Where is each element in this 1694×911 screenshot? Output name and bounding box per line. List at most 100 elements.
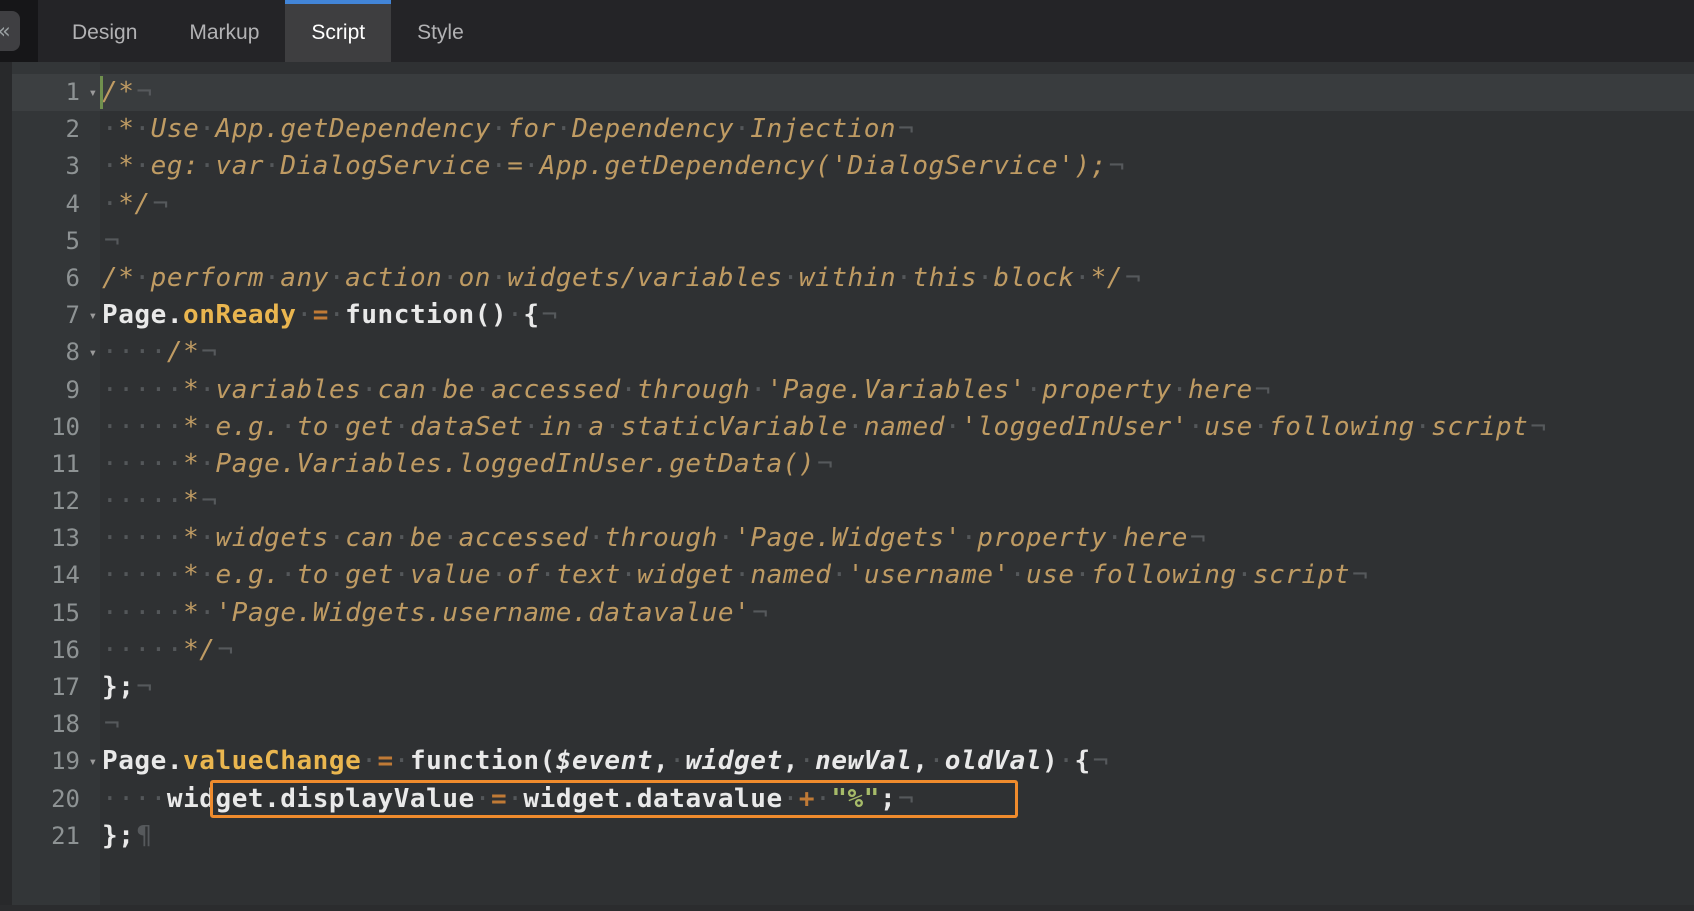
tab-markup[interactable]: Markup: [163, 0, 285, 62]
space-dot: ·: [151, 523, 167, 553]
code-line[interactable]: ·····*·e.g.·to·get·dataSet·in·a·staticVa…: [100, 409, 1694, 446]
space-dot: ·: [118, 337, 134, 367]
code-line[interactable]: ·····*·variables·can·be·accessed·through…: [100, 372, 1694, 409]
fold-arrow-icon[interactable]: ▾: [89, 744, 97, 781]
line-number: 17: [51, 673, 80, 701]
space-dot: ·: [329, 412, 345, 442]
space-dot: ·: [118, 449, 134, 479]
line-number: 1: [66, 78, 80, 106]
eol-marker: ¬: [815, 449, 833, 479]
line-number-gutter: 6: [0, 260, 100, 297]
space-dot: ·: [134, 523, 150, 553]
line-number-gutter[interactable]: 8▾: [0, 334, 100, 371]
code-row-1: 1▾/*¬: [0, 74, 1694, 111]
line-number-gutter: 15: [0, 595, 100, 632]
space-dot: ·: [102, 114, 118, 144]
fold-arrow-icon[interactable]: ▾: [89, 75, 97, 112]
line-number: 16: [51, 636, 80, 664]
editor-bottom-strip: [0, 905, 1694, 911]
space-dot: ·: [134, 635, 150, 665]
tab-style[interactable]: Style: [391, 0, 490, 62]
code-line[interactable]: ·····*·widgets·can·be·accessed·through·'…: [100, 520, 1694, 557]
code-row-18: 18 ¬: [0, 706, 1694, 743]
line-number: 20: [51, 785, 80, 813]
space-dot: ·: [199, 151, 215, 181]
space-dot: ·: [1107, 523, 1123, 553]
script-editor-window: « DesignMarkupScriptStyle 1▾/*¬2·*·Use·A…: [0, 0, 1694, 911]
space-dot: ·: [118, 635, 134, 665]
code-line[interactable]: /*·perform·any·action·on·widgets/variabl…: [100, 260, 1694, 297]
fold-arrow-icon[interactable]: ▾: [89, 335, 97, 372]
space-dot: ·: [151, 784, 167, 814]
code-editor[interactable]: 1▾/*¬2·*·Use·App.getDependency·for·Depen…: [0, 62, 1694, 911]
line-number-gutter: 3: [0, 148, 100, 185]
code-line[interactable]: ·····*¬: [100, 483, 1694, 520]
space-dot: ·: [1058, 746, 1074, 776]
space-dot: ·: [102, 189, 118, 219]
line-number-gutter: 12: [0, 483, 100, 520]
line-number-gutter: 10: [0, 409, 100, 446]
eol-marker: ¬: [134, 672, 152, 702]
space-dot: ·: [167, 560, 183, 590]
space-dot: ·: [329, 560, 345, 590]
eol-marker: ¶: [134, 821, 152, 851]
code-line[interactable]: Page.onReady·=·function()·{¬: [100, 297, 1694, 334]
space-dot: ·: [102, 375, 118, 405]
code-line[interactable]: ·*/¬: [100, 186, 1694, 223]
code-row-15: 15·····*·'Page.Widgets.username.datavalu…: [0, 595, 1694, 632]
code-line[interactable]: };¶: [100, 818, 1694, 855]
code-row-8: 8▾····/*¬: [0, 334, 1694, 371]
space-dot: ·: [264, 263, 280, 293]
space-dot: ·: [167, 486, 183, 516]
space-dot: ·: [507, 300, 523, 330]
code-line[interactable]: ·····*/¬: [100, 632, 1694, 669]
space-dot: ·: [523, 151, 539, 181]
space-dot: ·: [102, 560, 118, 590]
space-dot: ·: [102, 449, 118, 479]
line-number: 13: [51, 524, 80, 552]
space-dot: ·: [491, 263, 507, 293]
code-line[interactable]: };¬: [100, 669, 1694, 706]
eol-marker: ¬: [540, 300, 558, 330]
code-line[interactable]: [100, 855, 1694, 911]
line-number-gutter: 13: [0, 520, 100, 557]
line-number-gutter[interactable]: 19▾: [0, 743, 100, 780]
code-line[interactable]: Page.valueChange·=·function($event,·widg…: [100, 743, 1694, 780]
code-row-2: 2·*·Use·App.getDependency·for·Dependency…: [0, 111, 1694, 148]
tab-script[interactable]: Script: [285, 0, 391, 62]
eol-marker: ¬: [199, 337, 217, 367]
space-dot: ·: [134, 560, 150, 590]
space-dot: ·: [540, 560, 556, 590]
code-line[interactable]: ·····*·e.g.·to·get·value·of·text·widget·…: [100, 557, 1694, 594]
space-dot: ·: [1075, 560, 1091, 590]
code-line[interactable]: ····/*¬: [100, 334, 1694, 371]
code-row-6: 6 /*·perform·any·action·on·widgets/variab…: [0, 260, 1694, 297]
space-dot: ·: [102, 337, 118, 367]
code-line[interactable]: ·*·eg:·var·DialogService·=·App.getDepend…: [100, 148, 1694, 185]
space-dot: ·: [977, 263, 993, 293]
tab-design[interactable]: Design: [46, 0, 163, 62]
code-line[interactable]: /*¬: [100, 74, 1694, 111]
collapse-panel-button[interactable]: «: [0, 11, 20, 51]
eol-marker: ¬: [1107, 151, 1125, 181]
space-dot: ·: [1010, 560, 1026, 590]
code-line[interactable]: ·····*·Page.Variables.loggedInUser.getDa…: [100, 446, 1694, 483]
code-line[interactable]: ¬: [100, 706, 1694, 743]
code-line[interactable]: ·····*·'Page.Widgets.username.datavalue'…: [100, 595, 1694, 632]
fold-arrow-icon[interactable]: ▾: [89, 298, 97, 335]
eol-marker: ¬: [151, 189, 169, 219]
space-dot: ·: [361, 375, 377, 405]
code-line[interactable]: ¬: [100, 223, 1694, 260]
line-number: 8: [66, 338, 80, 366]
code-line[interactable]: ····widget.displayValue·=·widget.dataval…: [100, 781, 1694, 818]
space-dot: ·: [929, 746, 945, 776]
code-line[interactable]: ·*·Use·App.getDependency·for·Dependency·…: [100, 111, 1694, 148]
code-line[interactable]: [100, 62, 1694, 74]
line-number-gutter[interactable]: 1▾: [0, 74, 100, 111]
line-number: 6: [66, 264, 80, 292]
line-number: 18: [51, 710, 80, 738]
line-number-gutter: 9: [0, 372, 100, 409]
line-number-gutter[interactable]: 7▾: [0, 297, 100, 334]
space-dot: ·: [151, 449, 167, 479]
space-dot: ·: [329, 523, 345, 553]
